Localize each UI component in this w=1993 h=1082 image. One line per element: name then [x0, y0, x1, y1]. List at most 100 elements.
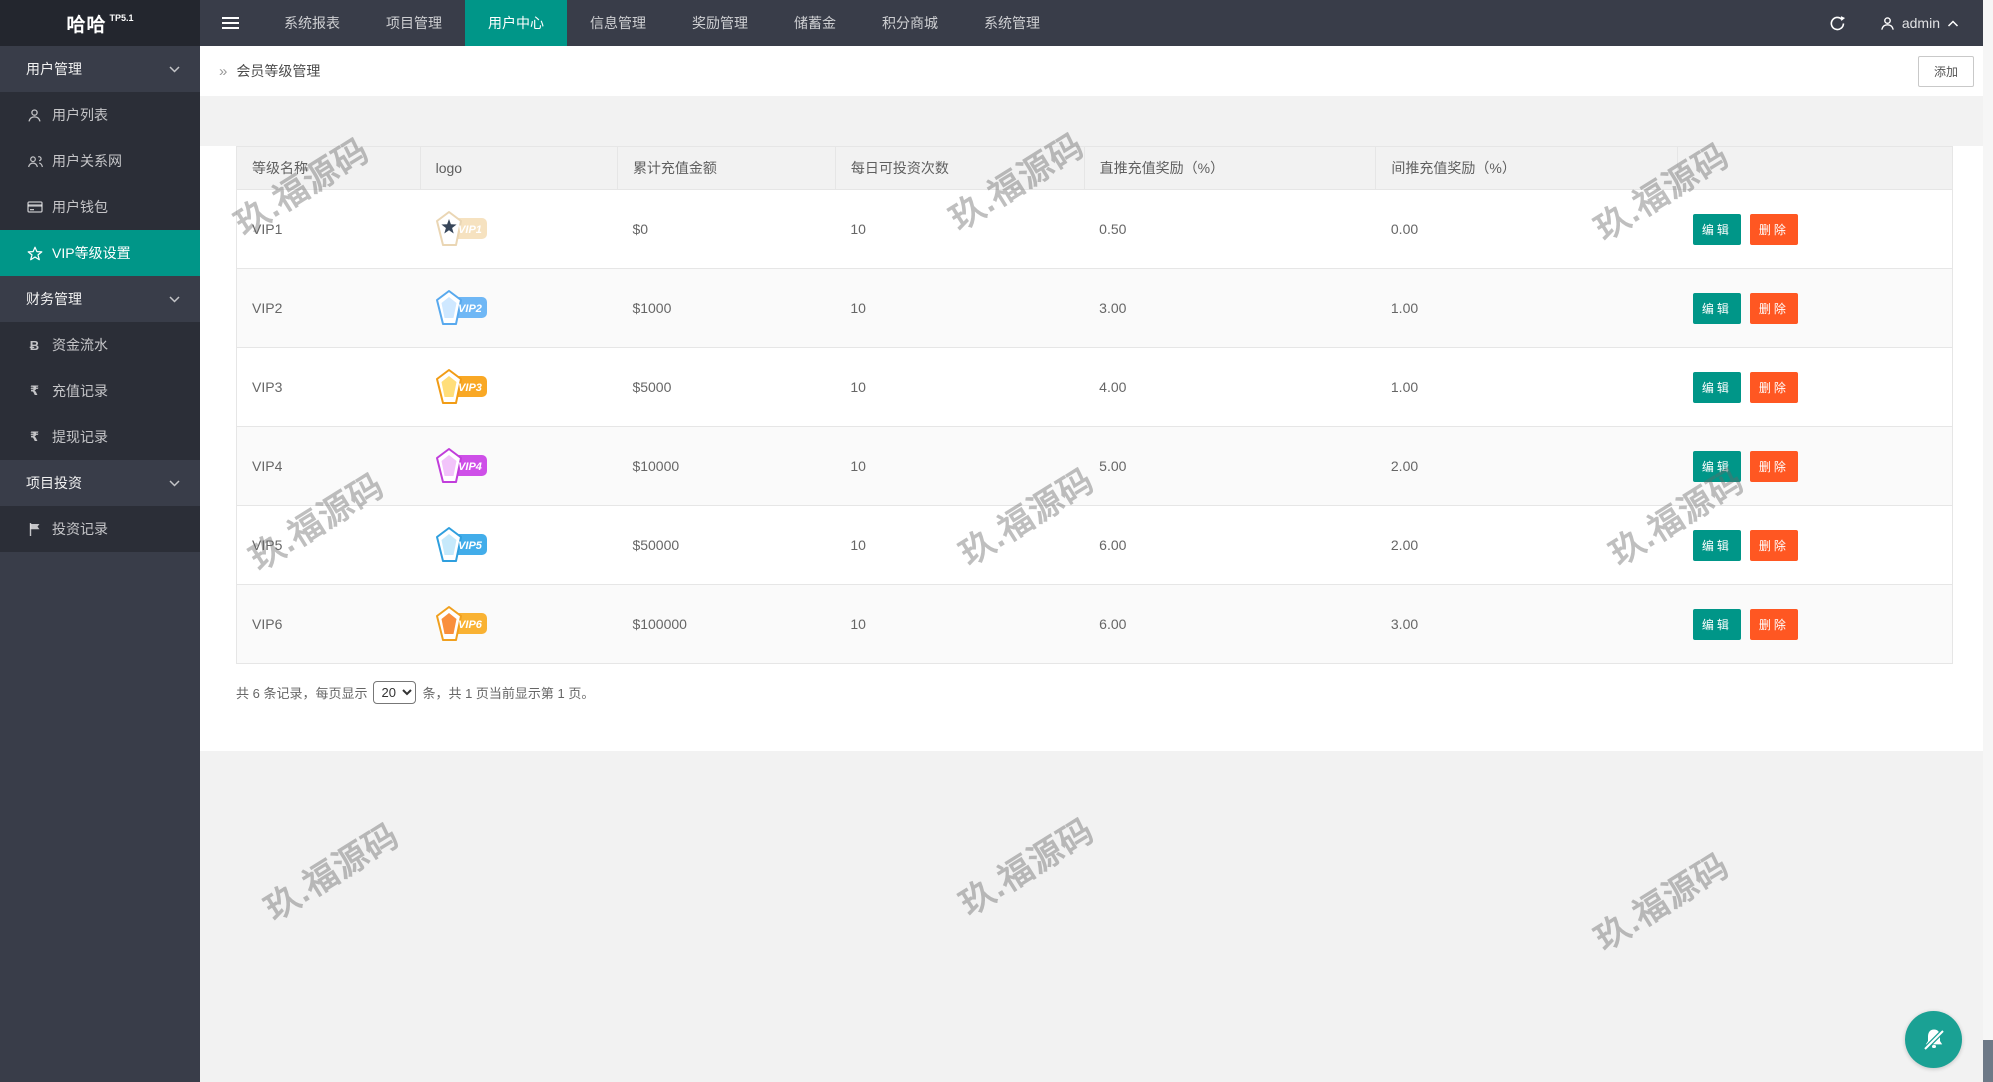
delete-button[interactable]: 删除 — [1750, 451, 1798, 482]
nav-item-points-mall[interactable]: 积分商城 — [859, 0, 961, 46]
sidebar-section-finance-mgmt[interactable]: 财务管理 — [0, 276, 200, 322]
col-header-amount: 累计充值金额 — [617, 147, 835, 190]
actions-cell: 编辑删除 — [1678, 190, 1953, 269]
user-icon — [1880, 16, 1895, 31]
bitcoin-icon: Ƀ — [26, 338, 43, 353]
logo-cell: VIP1 — [420, 190, 617, 269]
page-title: 会员等级管理 — [236, 61, 320, 81]
daily-cell: 10 — [835, 585, 1084, 664]
sidebar-section-user-mgmt[interactable]: 用户管理 — [0, 46, 200, 92]
indirect-cell: 3.00 — [1376, 585, 1678, 664]
delete-button[interactable]: 删除 — [1750, 214, 1798, 245]
delete-button[interactable]: 删除 — [1750, 293, 1798, 324]
direct-cell: 3.00 — [1084, 269, 1376, 348]
edit-button[interactable]: 编辑 — [1693, 609, 1741, 640]
nav-item-savings[interactable]: 储蓄金 — [771, 0, 859, 46]
edit-button[interactable]: 编辑 — [1693, 372, 1741, 403]
col-header-level: 等级名称 — [237, 147, 421, 190]
scrollbar-thumb[interactable] — [1983, 1040, 1993, 1082]
vip-level-table: 等级名称 logo 累计充值金额 每日可投资次数 直推充值奖励（%） 间推充值奖… — [236, 146, 1953, 664]
app-logo[interactable]: 哈哈 TP5.1 — [0, 0, 200, 46]
users-icon — [26, 154, 43, 169]
scrollbar-track[interactable] — [1983, 0, 1993, 1082]
edit-button[interactable]: 编辑 — [1693, 214, 1741, 245]
daily-cell: 10 — [835, 506, 1084, 585]
direct-cell: 6.00 — [1084, 506, 1376, 585]
table-row: VIP2 VIP2 $1000 10 3.00 1.00 编 — [237, 269, 1953, 348]
amount-cell: $1000 — [617, 269, 835, 348]
amount-cell: $100000 — [617, 585, 835, 664]
sidebar-item-recharge-records[interactable]: ₹ 充值记录 — [0, 368, 200, 414]
star-icon — [26, 246, 43, 261]
page-size-select[interactable]: 20 — [373, 681, 416, 704]
pagination-suffix: 条，共 1 页当前显示第 1 页。 — [422, 683, 594, 702]
add-button[interactable]: 添加 — [1918, 56, 1974, 87]
top-navbar: 哈哈 TP5.1 系统报表 项目管理 用户中心 信息管理 奖励管理 储蓄金 积分… — [0, 0, 1993, 46]
svg-text:VIP4: VIP4 — [458, 461, 482, 473]
amount-cell: $50000 — [617, 506, 835, 585]
nav-item-system-report[interactable]: 系统报表 — [261, 0, 363, 46]
col-header-actions — [1678, 147, 1953, 190]
bell-mute-icon — [1920, 1026, 1948, 1054]
app-title: 哈哈 — [66, 10, 106, 37]
actions-cell: 编辑删除 — [1678, 348, 1953, 427]
sidebar-section-project-invest[interactable]: 项目投资 — [0, 460, 200, 506]
level-name: VIP1 — [237, 190, 421, 269]
caret-up-icon — [1947, 19, 1959, 28]
daily-cell: 10 — [835, 427, 1084, 506]
notification-mute-fab[interactable] — [1905, 1011, 1962, 1068]
logo-cell: VIP2 — [420, 269, 617, 348]
svg-text:VIP1: VIP1 — [458, 224, 482, 236]
level-name: VIP4 — [237, 427, 421, 506]
edit-button[interactable]: 编辑 — [1693, 530, 1741, 561]
user-icon — [26, 108, 43, 123]
daily-cell: 10 — [835, 348, 1084, 427]
rupee-icon: ₹ — [26, 383, 43, 399]
col-header-direct: 直推充值奖励（%） — [1084, 147, 1376, 190]
nav-item-reward-mgmt[interactable]: 奖励管理 — [669, 0, 771, 46]
logo-cell: VIP3 — [420, 348, 617, 427]
actions-cell: 编辑删除 — [1678, 585, 1953, 664]
flag-icon — [26, 522, 43, 537]
sidebar: 用户管理 用户列表 用户关系网 用户钱包 VIP等级设置 财务管理 Ƀ 资金流水… — [0, 46, 200, 1082]
table-row: VIP1 VIP1 $0 10 0.50 0.00 编辑删除 — [237, 190, 1953, 269]
table-header-row: 等级名称 logo 累计充值金额 每日可投资次数 直推充值奖励（%） 间推充值奖… — [237, 147, 1953, 190]
col-header-logo: logo — [420, 147, 617, 190]
logo-cell: VIP4 — [420, 427, 617, 506]
breadcrumb-arrow-icon: » — [219, 63, 227, 80]
edit-button[interactable]: 编辑 — [1693, 451, 1741, 482]
vip2-badge-icon: VIP2 — [435, 287, 489, 329]
refresh-icon — [1829, 15, 1846, 32]
edit-button[interactable]: 编辑 — [1693, 293, 1741, 324]
level-name: VIP5 — [237, 506, 421, 585]
sidebar-item-withdraw-records[interactable]: ₹ 提现记录 — [0, 414, 200, 460]
sidebar-item-user-network[interactable]: 用户关系网 — [0, 138, 200, 184]
chevron-down-icon — [169, 480, 180, 487]
direct-cell: 4.00 — [1084, 348, 1376, 427]
sidebar-item-invest-records[interactable]: 投资记录 — [0, 506, 200, 552]
table-row: VIP6 VIP6 $100000 10 6.00 3.00 — [237, 585, 1953, 664]
delete-button[interactable]: 删除 — [1750, 609, 1798, 640]
direct-cell: 5.00 — [1084, 427, 1376, 506]
refresh-button[interactable] — [1803, 15, 1872, 32]
menu-toggle-icon[interactable] — [200, 0, 261, 46]
svg-text:VIP3: VIP3 — [458, 382, 482, 394]
vip4-badge-icon: VIP4 — [435, 445, 489, 487]
nav-item-project-mgmt[interactable]: 项目管理 — [363, 0, 465, 46]
sidebar-item-vip-level[interactable]: VIP等级设置 — [0, 230, 200, 276]
level-name: VIP2 — [237, 269, 421, 348]
nav-item-system-mgmt[interactable]: 系统管理 — [961, 0, 1063, 46]
vip5-badge-icon: VIP5 — [435, 524, 489, 566]
admin-menu[interactable]: admin — [1872, 15, 1967, 31]
sidebar-item-user-list[interactable]: 用户列表 — [0, 92, 200, 138]
top-menu: 系统报表 项目管理 用户中心 信息管理 奖励管理 储蓄金 积分商城 系统管理 — [261, 0, 1063, 46]
indirect-cell: 1.00 — [1376, 269, 1678, 348]
nav-item-info-mgmt[interactable]: 信息管理 — [567, 0, 669, 46]
amount-cell: $10000 — [617, 427, 835, 506]
sidebar-item-user-wallet[interactable]: 用户钱包 — [0, 184, 200, 230]
nav-item-user-center[interactable]: 用户中心 — [465, 0, 567, 46]
delete-button[interactable]: 删除 — [1750, 530, 1798, 561]
delete-button[interactable]: 删除 — [1750, 372, 1798, 403]
sidebar-item-fund-flow[interactable]: Ƀ 资金流水 — [0, 322, 200, 368]
rupee-icon: ₹ — [26, 429, 43, 445]
